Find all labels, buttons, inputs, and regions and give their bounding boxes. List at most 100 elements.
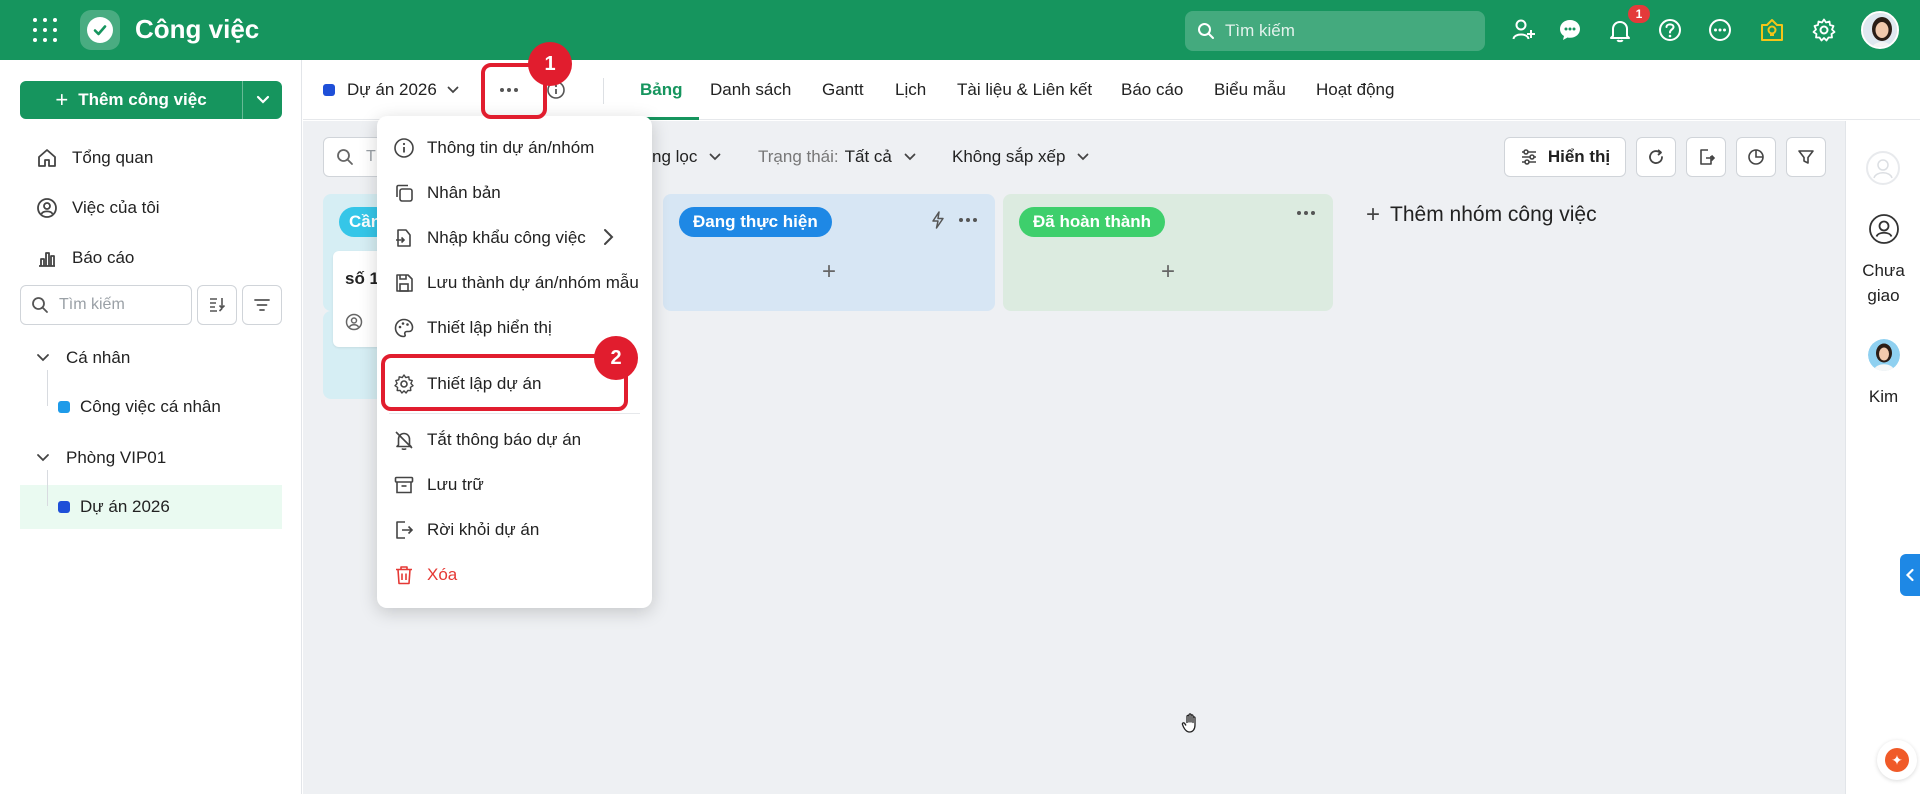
tab-docs-links[interactable]: Tài liệu & Liên kết	[957, 80, 1092, 100]
top-search-input[interactable]: Tìm kiếm	[1185, 11, 1485, 51]
tab-calendar[interactable]: Lịch	[895, 80, 926, 100]
user-circle-icon	[37, 198, 57, 218]
ai-assistant-button[interactable]: ✦	[1877, 740, 1917, 780]
archive-icon	[394, 476, 414, 494]
nav-reports[interactable]: Báo cáo	[36, 247, 134, 269]
filter-dropdown[interactable]: ng lọc	[652, 147, 721, 167]
trash-icon	[396, 566, 412, 585]
filter-lines-icon	[254, 299, 270, 311]
status-filter-value: Tất cả	[844, 147, 892, 166]
tree-item-personal-tasks[interactable]: Công việc cá nhân	[20, 385, 282, 429]
menu-item-project-info[interactable]: Thông tin dự án/nhóm	[377, 126, 652, 170]
hand-cursor-icon	[1181, 713, 1196, 733]
plus-icon: +	[55, 87, 69, 112]
filter-list-button[interactable]	[242, 285, 282, 325]
info-icon	[394, 138, 414, 158]
menu-item-mute-notifications[interactable]: Tắt thông báo dự án	[377, 418, 652, 462]
help-icon[interactable]	[1656, 16, 1684, 44]
menu-item-label: Tắt thông báo dự án	[427, 430, 582, 449]
menu-item-delete[interactable]: Xóa	[377, 553, 652, 597]
project-selector[interactable]: Dự án 2026	[323, 80, 459, 100]
status-filter-dropdown[interactable]: Trạng thái: Tất cả	[758, 147, 916, 167]
tab-forms[interactable]: Biểu mẫu	[1214, 80, 1286, 100]
lightning-icon[interactable]	[931, 211, 945, 229]
tab-reports[interactable]: Báo cáo	[1121, 80, 1183, 100]
add-task-main[interactable]: + Thêm công việc	[20, 87, 242, 113]
column-more-icon[interactable]	[959, 218, 977, 222]
add-task-group-label: Thêm nhóm công việc	[1390, 203, 1597, 226]
refresh-button[interactable]	[1636, 137, 1676, 177]
menu-item-label: Rời khỏi dự án	[427, 520, 540, 539]
sort-list-button[interactable]	[197, 285, 237, 325]
user-avatar[interactable]	[1861, 11, 1899, 49]
top-search-placeholder: Tìm kiếm	[1225, 21, 1295, 40]
add-task-group-button[interactable]: + Thêm nhóm công việc	[1366, 201, 1597, 229]
menu-item-label: Thiết lập hiển thị	[427, 318, 552, 337]
menu-item-leave-project[interactable]: Rời khỏi dự án	[377, 508, 652, 552]
project-name: Dự án 2026	[347, 80, 437, 99]
tree-group-personal-label: Cá nhân	[66, 348, 131, 367]
nav-my-tasks[interactable]: Việc của tôi	[36, 197, 160, 219]
menu-item-archive[interactable]: Lưu trữ	[377, 463, 652, 507]
assignee-unassigned[interactable]: Chưa giao	[1846, 213, 1920, 308]
sort-icon	[210, 298, 226, 312]
bar-chart-icon	[39, 252, 55, 267]
sidebar: + Thêm công việc Tổng quan Việc của tôi …	[0, 60, 302, 794]
add-user-icon[interactable]	[1510, 16, 1538, 44]
export-button[interactable]	[1686, 137, 1726, 177]
sort-label: Không sắp xếp	[952, 147, 1066, 166]
tab-list[interactable]: Danh sách	[710, 80, 791, 100]
pie-chart-icon	[1748, 149, 1764, 165]
app-logo[interactable]	[80, 10, 120, 50]
sidebar-search-input[interactable]: Tìm kiếm	[20, 285, 192, 325]
add-task-dropdown-button[interactable]	[242, 81, 282, 119]
assignee-unassigned-label: Chưa giao	[1862, 261, 1905, 305]
nav-overview[interactable]: Tổng quan	[36, 147, 153, 169]
add-task-label: Thêm công việc	[78, 90, 207, 109]
add-task-button[interactable]: + Thêm công việc	[20, 81, 282, 119]
tab-board[interactable]: Bảng	[640, 80, 683, 100]
tab-activity[interactable]: Hoạt động	[1316, 80, 1394, 100]
add-task-in-column-button[interactable]: +	[663, 258, 995, 286]
home-icon	[38, 149, 56, 167]
gear-icon[interactable]	[1810, 16, 1838, 44]
menu-item-label: Xóa	[427, 565, 458, 584]
menu-item-duplicate[interactable]: Nhân bản	[377, 171, 652, 215]
top-bar: Công việc Tìm kiếm 1	[0, 0, 1920, 60]
lightbulb-icon[interactable]	[1758, 16, 1786, 44]
import-file-icon	[396, 229, 411, 247]
chart-button[interactable]	[1736, 137, 1776, 177]
chevron-down-icon	[447, 86, 459, 94]
save-icon	[396, 274, 413, 292]
tree-group-vip01[interactable]: Phòng VIP01	[36, 448, 166, 468]
apps-grid-icon[interactable]	[33, 18, 57, 42]
menu-item-label: Nhân bản	[427, 183, 501, 202]
menu-item-save-template[interactable]: Lưu thành dự án/nhóm mẫu	[377, 261, 652, 305]
chevron-down-icon	[1078, 153, 1089, 161]
copy-icon	[396, 184, 413, 202]
assignee-icon	[345, 313, 363, 331]
more-circle-icon[interactable]	[1706, 16, 1734, 44]
column-chip[interactable]: Đã hoàn thành	[1019, 207, 1166, 237]
chat-icon[interactable]	[1556, 16, 1584, 44]
collapse-panel-button[interactable]	[1900, 554, 1920, 596]
add-task-in-column-button[interactable]: +	[1003, 258, 1333, 286]
search-icon	[32, 297, 48, 313]
tab-gantt[interactable]: Gantt	[822, 80, 864, 100]
tree-group-personal[interactable]: Cá nhân	[36, 348, 130, 368]
display-settings-button[interactable]: Hiển thị	[1504, 137, 1626, 177]
chevron-down-icon	[709, 153, 721, 161]
menu-item-import-tasks[interactable]: Nhập khẩu công việc	[377, 216, 652, 260]
column-chip[interactable]: Đang thực hiện	[679, 207, 832, 237]
chevron-down-icon	[37, 354, 49, 362]
project-color-dot	[58, 401, 70, 413]
tree-item-project-2026[interactable]: Dự án 2026	[20, 485, 282, 529]
column-more-icon[interactable]	[1297, 211, 1315, 215]
status-filter-label: Trạng thái:	[758, 147, 839, 166]
assignee-kim[interactable]: Kim	[1846, 339, 1920, 409]
filter-button[interactable]	[1786, 137, 1826, 177]
sort-dropdown[interactable]: Không sắp xếp	[952, 147, 1089, 167]
step-1-marker: 1	[528, 42, 572, 86]
assignee-kim-label: Kim	[1868, 387, 1899, 406]
user-outline-icon	[1868, 214, 1899, 244]
